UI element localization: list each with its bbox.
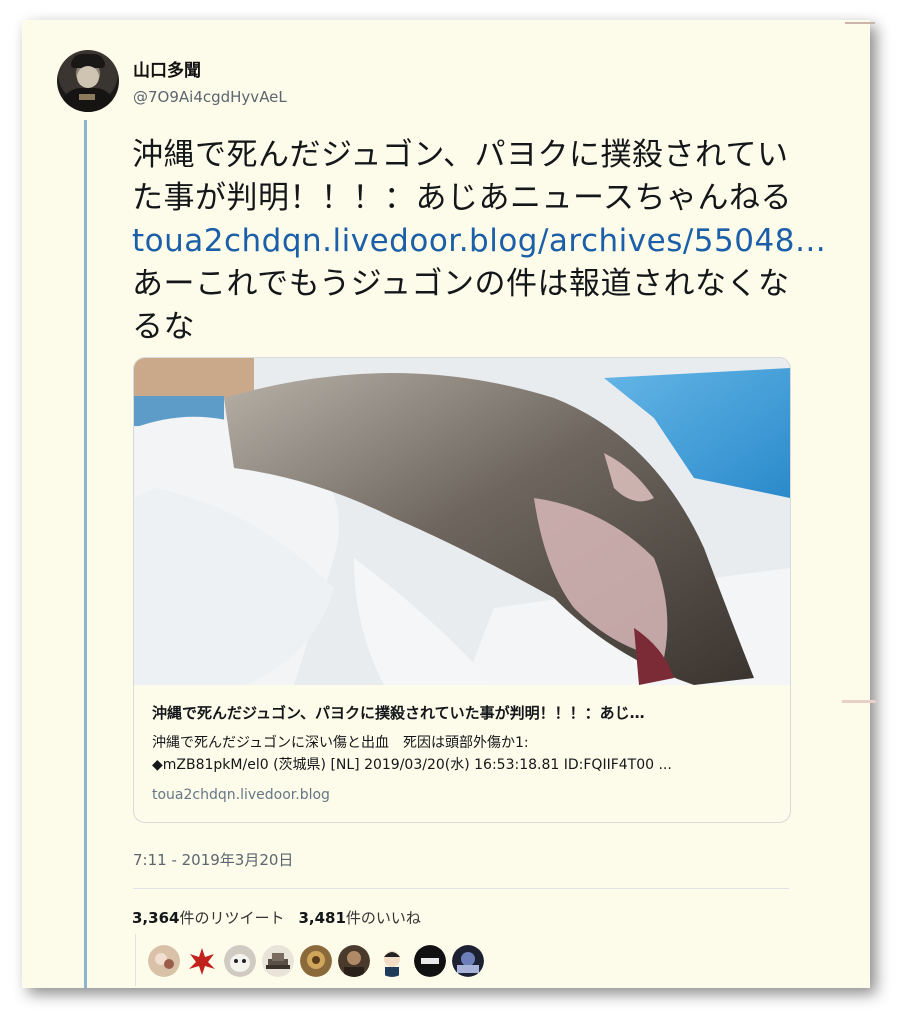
tweet-stats: 3,364件のリツイート 3,481件のいいね: [132, 907, 421, 928]
link-preview-description-line: ◆mZB81pkM/el0 (茨城県) [NL] 2019/03/20(水) 1…: [152, 757, 672, 773]
link-preview-card[interactable]: 沖縄で死んだジュゴン、パヨクに撲殺されていた事が判明！！！：あじ… 沖縄で死んだ…: [133, 357, 791, 823]
page-edge-decoration: [845, 22, 875, 24]
divider: [133, 888, 789, 889]
thread-line: [84, 120, 87, 988]
liker-avatar[interactable]: [148, 945, 180, 977]
liker-avatar[interactable]: [452, 945, 484, 977]
link-preview-domain: toua2chdqn.livedoor.blog: [152, 787, 330, 803]
divider: [135, 934, 136, 986]
liker-avatar[interactable]: [414, 945, 446, 977]
tweet-text: 沖縄で死んだジュゴン、パヨクに撲殺されていた事が判明！！！：あじあニュースちゃん…: [132, 134, 826, 349]
retweet-count[interactable]: 3,364件のリツイート: [132, 909, 284, 927]
liker-avatar[interactable]: [186, 945, 218, 977]
liker-avatar[interactable]: [338, 945, 370, 977]
link-preview-title[interactable]: 沖縄で死んだジュゴン、パヨクに撲殺されていた事が判明！！！：あじ…: [152, 702, 645, 723]
link-preview-image[interactable]: [134, 358, 790, 685]
user-avatar[interactable]: [57, 50, 119, 112]
link-preview-description-line: 沖縄で死んだジュゴンに深い傷と出血 死因は頭部外傷か1:: [152, 735, 529, 751]
tweet-link[interactable]: toua2chdqn.livedoor.blog/archives/55048…: [132, 223, 826, 259]
page-edge-mark: [842, 700, 876, 703]
user-handle[interactable]: @7O9Ai4cgdHyvAeL: [133, 88, 287, 106]
tweet-text-before-link: 沖縄で死んだジュゴン、パヨクに撲殺されていた事が判明！！！：あじあニュースちゃん…: [132, 137, 792, 216]
liker-avatar[interactable]: [376, 945, 408, 977]
link-preview-description: 沖縄で死んだジュゴンに深い傷と出血 死因は頭部外傷か1: ◆mZB81pkM/e…: [152, 732, 772, 776]
like-count[interactable]: 3,481件のいいね: [298, 909, 420, 927]
liker-avatar[interactable]: [300, 945, 332, 977]
liker-avatar[interactable]: [224, 945, 256, 977]
liker-avatar[interactable]: [262, 945, 294, 977]
tweet-timestamp[interactable]: 7:11 - 2019年3月20日: [133, 849, 293, 870]
user-display-name[interactable]: 山口多聞: [133, 56, 201, 81]
liker-avatars: [148, 945, 484, 977]
